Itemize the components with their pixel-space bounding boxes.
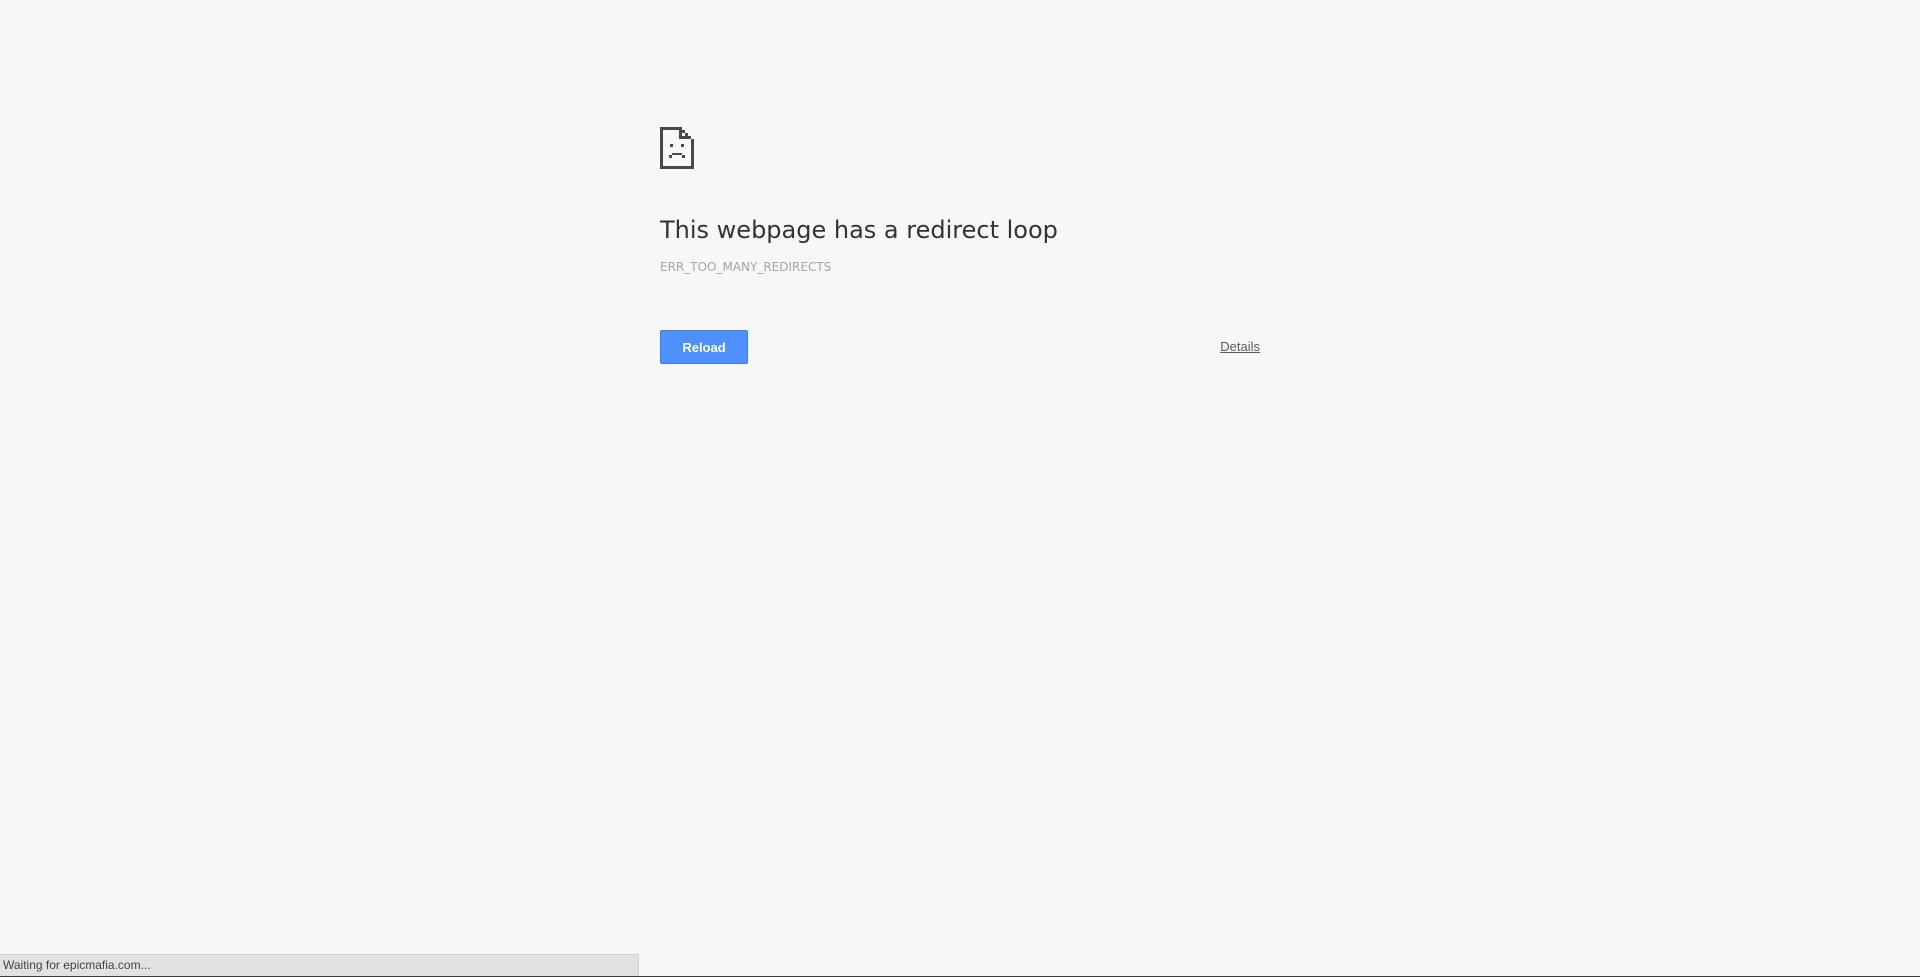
error-page: This webpage has a redirect loop ERR_TOO…: [0, 0, 1920, 977]
button-row: Reload Details: [660, 330, 1260, 364]
error-container: This webpage has a redirect loop ERR_TOO…: [660, 127, 1260, 364]
reload-button[interactable]: Reload: [660, 330, 748, 364]
sad-document-icon: [660, 127, 694, 169]
error-title: This webpage has a redirect loop: [660, 216, 1058, 244]
status-bar: Waiting for epicmafia.com...: [0, 954, 639, 977]
error-code: ERR_TOO_MANY_REDIRECTS: [660, 260, 832, 274]
details-link[interactable]: Details: [1220, 339, 1260, 354]
